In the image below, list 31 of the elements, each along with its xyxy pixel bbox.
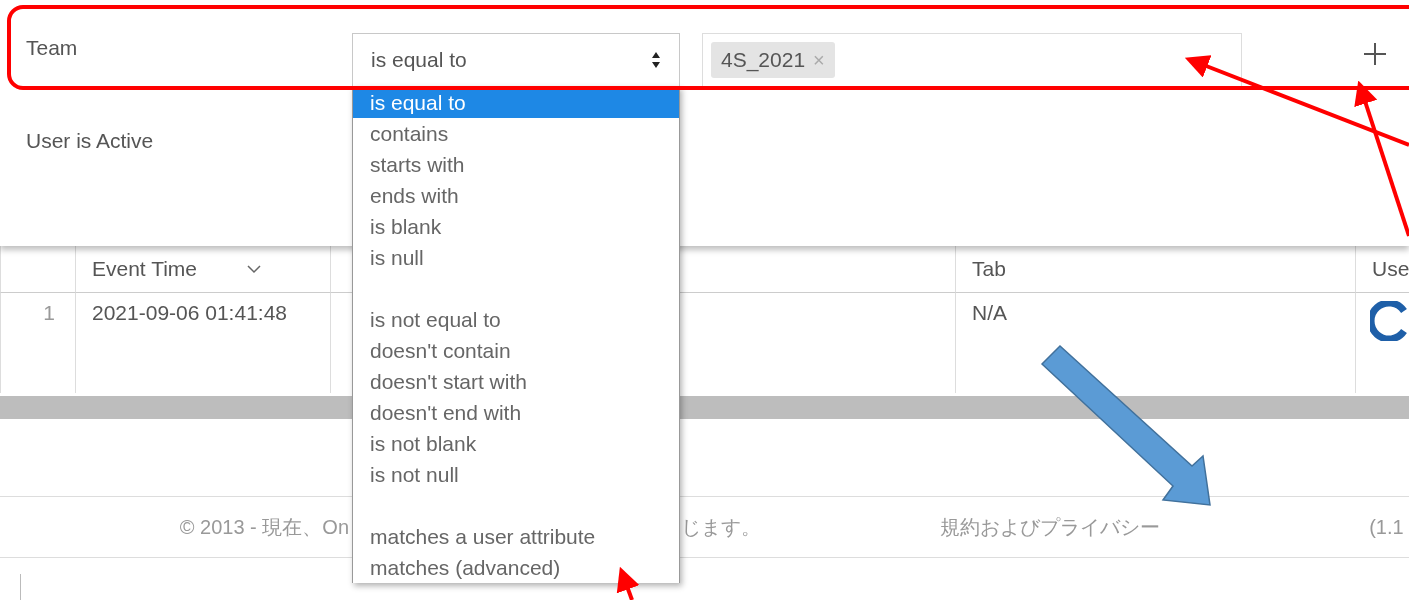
column-header[interactable]: Tab bbox=[955, 246, 1355, 293]
value-field[interactable]: 4S_2021 × bbox=[702, 33, 1242, 87]
filter-label: User is Active bbox=[26, 129, 155, 153]
version-text: (1.1 bbox=[1369, 515, 1405, 539]
row-number: 1 bbox=[0, 293, 75, 393]
dropdown-option[interactable]: doesn't contain bbox=[353, 335, 679, 366]
dropdown-option[interactable]: ends with bbox=[353, 180, 679, 211]
dropdown-option[interactable]: doesn't start with bbox=[353, 366, 679, 397]
filter-label: Team bbox=[26, 36, 79, 60]
chevron-down-icon[interactable] bbox=[247, 264, 262, 274]
dropdown-option[interactable]: matches (advanced) bbox=[353, 552, 679, 583]
dropdown-option[interactable]: is null bbox=[353, 242, 679, 273]
table-cell: 2021-09-06 01:41:48 bbox=[75, 293, 330, 393]
dropdown-option[interactable]: is not equal to bbox=[353, 304, 679, 335]
dropdown-option[interactable]: is blank bbox=[353, 211, 679, 242]
dropdown-option[interactable]: is not null bbox=[353, 459, 679, 490]
operator-select[interactable]: is equal to bbox=[352, 33, 680, 87]
dropdown-option[interactable]: contains bbox=[353, 118, 679, 149]
user-avatar-icon bbox=[1370, 301, 1409, 341]
column-header[interactable]: Use bbox=[1355, 246, 1409, 293]
value-tag: 4S_2021 × bbox=[711, 42, 835, 78]
column-header[interactable]: Event Time bbox=[75, 246, 330, 293]
dropdown-option[interactable]: starts with bbox=[353, 149, 679, 180]
dropdown-option[interactable]: is not blank bbox=[353, 428, 679, 459]
terms-link[interactable]: 規約およびプライバシー bbox=[940, 513, 1370, 541]
dropdown-option[interactable]: doesn't end with bbox=[353, 397, 679, 428]
copyright-text: じます。 bbox=[681, 514, 763, 540]
annotation-arrow bbox=[616, 566, 640, 600]
copyright-text: © 2013 - 現在、On bbox=[178, 514, 350, 540]
sort-arrows-icon bbox=[651, 52, 661, 68]
dropdown-option[interactable]: matches a user attribute bbox=[353, 521, 679, 552]
